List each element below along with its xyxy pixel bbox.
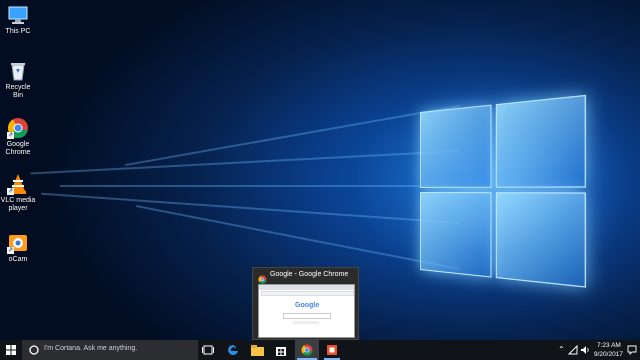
shortcut-arrow-icon: ↗	[7, 132, 14, 139]
wallpaper-light-beam	[60, 185, 460, 187]
desktop-icon-label: Google Chrome	[5, 141, 31, 156]
thumbnail-google-logo: Google	[295, 302, 320, 309]
task-view-icon	[202, 345, 214, 355]
desktop-icon-label: Recycle Bin	[5, 84, 31, 99]
logo-pane	[420, 192, 492, 278]
wallpaper-light-beam	[135, 205, 461, 270]
file-explorer-button[interactable]	[246, 340, 268, 360]
chrome-taskbar-preview[interactable]: Google - Google Chrome Google	[252, 267, 359, 340]
wallpaper-light-beam	[124, 105, 461, 167]
chrome-icon	[301, 344, 313, 356]
desktop-icon-vlc[interactable]: ↗ VLC media player	[0, 173, 36, 213]
desktop-icon-recycle-bin[interactable]: Recycle Bin	[0, 60, 36, 100]
wallpaper-light-beam	[30, 150, 461, 175]
action-center-icon[interactable]	[627, 345, 637, 355]
taskbar: I'm Cortana. Ask me anything. ⌃ 7:23 AM …	[0, 340, 640, 360]
this-pc-icon	[7, 4, 29, 26]
desktop-icon-label: oCam	[8, 256, 28, 263]
vlc-icon: ↗	[7, 173, 29, 195]
store-button[interactable]	[270, 340, 292, 360]
desktop-icon-google-chrome[interactable]: ↗ Google Chrome	[0, 117, 36, 157]
chrome-taskbar-button[interactable]	[295, 340, 319, 360]
windows-logo	[420, 94, 586, 288]
file-explorer-icon	[250, 344, 264, 356]
logo-pane	[420, 104, 492, 188]
wallpaper-light-beam	[40, 192, 461, 224]
network-icon[interactable]	[568, 345, 578, 355]
clock-time[interactable]: 7:23 AM	[597, 342, 621, 349]
desktop-icon-label: VLC media player	[0, 197, 36, 212]
task-view-button[interactable]	[198, 340, 218, 360]
show-hidden-icons-chevron-icon[interactable]: ⌃	[558, 345, 565, 354]
clock-date[interactable]: 9/20/2017	[594, 351, 623, 358]
system-tray: ⌃ 7:23 AM 9/20/2017	[555, 340, 640, 360]
chrome-icon: ↗	[7, 117, 29, 139]
edge-icon	[228, 345, 238, 355]
recycle-bin-icon	[7, 60, 29, 82]
desktop-icon-this-pc[interactable]: This PC	[0, 4, 36, 36]
store-icon	[276, 347, 286, 356]
start-button[interactable]	[0, 340, 22, 360]
cortana-icon	[29, 345, 39, 355]
office-icon	[327, 345, 337, 355]
preview-thumbnail[interactable]: Google	[258, 284, 355, 338]
cortana-search-placeholder: I'm Cortana. Ask me anything.	[44, 345, 138, 352]
edge-button[interactable]	[222, 340, 244, 360]
shortcut-arrow-icon: ↗	[7, 188, 14, 195]
thumbnail-addressbar	[261, 291, 354, 296]
shortcut-arrow-icon: ↗	[7, 247, 14, 254]
desktop-icon-ocam[interactable]: ↗ oCam	[0, 232, 36, 264]
desktop-icon-label: This PC	[5, 28, 31, 35]
volume-icon[interactable]	[580, 345, 590, 355]
office-button[interactable]	[321, 340, 343, 360]
thumbnail-search-buttons	[293, 321, 319, 324]
preview-title: Google - Google Chrome	[270, 271, 349, 278]
cortana-search-box[interactable]: I'm Cortana. Ask me anything.	[22, 340, 198, 360]
thumbnail-tabbar	[259, 285, 354, 290]
thumbnail-search-box	[283, 313, 331, 319]
logo-pane	[495, 192, 586, 288]
windows-start-icon	[6, 345, 16, 355]
logo-pane	[495, 94, 586, 188]
ocam-icon: ↗	[7, 232, 29, 254]
